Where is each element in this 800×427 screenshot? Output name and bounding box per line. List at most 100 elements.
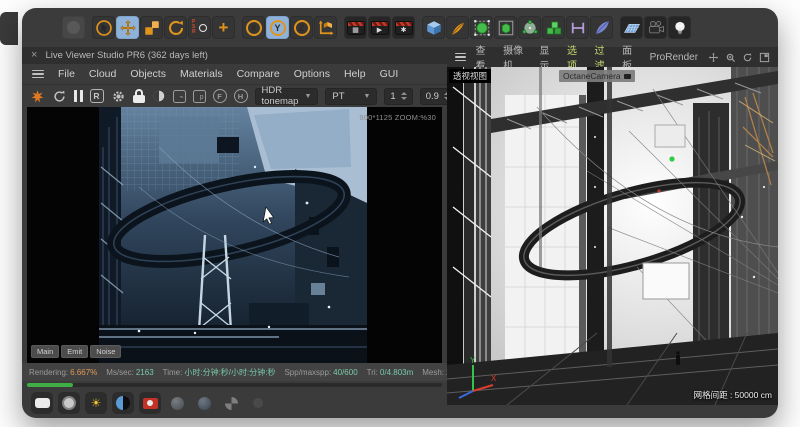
- render-settings-button[interactable]: ✱: [392, 16, 415, 39]
- chevron-down-icon: ▼: [363, 93, 370, 100]
- clip-region-button[interactable]: p: [193, 90, 206, 103]
- pause-button[interactable]: [74, 90, 83, 102]
- pass-tab-emit[interactable]: Emit: [61, 345, 88, 358]
- coordinate-system-button[interactable]: [314, 16, 337, 39]
- subdivision-surface-button[interactable]: [470, 16, 493, 39]
- menu-options[interactable]: Options: [294, 68, 330, 80]
- settings-button[interactable]: [111, 89, 126, 104]
- spline-leaf-button[interactable]: [590, 16, 613, 39]
- disabled-pass-button-1[interactable]: [166, 392, 188, 414]
- render-progress-fill: [27, 383, 73, 387]
- pass-tab-noise[interactable]: Noise: [90, 345, 121, 358]
- add-cube-button[interactable]: [422, 16, 445, 39]
- status-time: Time:小时:分钟:秒/小时:分钟:秒: [163, 367, 276, 378]
- material-picker-button[interactable]: H: [234, 89, 248, 103]
- dim-sphere-icon: [198, 397, 211, 410]
- rotate-icon: [167, 19, 185, 37]
- render-region-button[interactable]: ⌁: [173, 90, 186, 103]
- dolly-icon[interactable]: [725, 52, 736, 63]
- hamburger-menu-icon[interactable]: [32, 70, 44, 79]
- render-view-button[interactable]: ▦: [344, 16, 367, 39]
- camera-button[interactable]: [644, 16, 667, 39]
- octane-logo-button[interactable]: [30, 89, 45, 104]
- camera-tag-label[interactable]: OctaneCamera: [559, 70, 635, 82]
- cube-icon: [425, 19, 443, 37]
- viewport-name-label[interactable]: 透视视图: [449, 69, 491, 83]
- camera-icon: [647, 19, 665, 37]
- cinema4d-window: PSR + X Y Z ▦ ▶ ✱: [22, 8, 778, 418]
- pass-tab-main[interactable]: Main: [31, 345, 59, 358]
- stepper-arrows-icon[interactable]: [401, 92, 407, 100]
- volume-cube-icon: [497, 19, 515, 37]
- menu-compare[interactable]: Compare: [237, 68, 280, 80]
- beauty-pass-button[interactable]: [31, 392, 53, 414]
- sphere-ring-icon: [62, 396, 76, 410]
- disabled-pass-button-2[interactable]: [193, 392, 215, 414]
- live-viewer-panel: × Live Viewer Studio PR6 (362 days left)…: [22, 47, 447, 418]
- gear-icon: [111, 89, 126, 104]
- status-msec: Ms/sec:2163: [106, 368, 153, 377]
- sphere-ring-pass-button[interactable]: [58, 392, 80, 414]
- y-axis-button[interactable]: Y: [266, 16, 289, 39]
- render-pass-tabs: Main Emit Noise: [31, 345, 121, 358]
- menu-gui[interactable]: GUI: [380, 68, 399, 80]
- sphere-shade-button[interactable]: [152, 89, 166, 103]
- workplane-icon: [569, 19, 587, 37]
- select-tool-button[interactable]: [92, 16, 115, 39]
- render-resolution-overlay: 900*1125 ZOOM:%30: [359, 113, 436, 122]
- vp-menu-prorender[interactable]: ProRender: [650, 52, 698, 63]
- add-plus-button[interactable]: +: [212, 16, 235, 39]
- volume-generator-button[interactable]: [494, 16, 517, 39]
- deformer-icon: [521, 19, 539, 37]
- render-picture-viewer-icon: ▶: [371, 21, 389, 35]
- sun-pass-button[interactable]: ☀: [85, 392, 107, 414]
- deformer-button[interactable]: [518, 16, 541, 39]
- render-picture-viewer-button[interactable]: ▶: [368, 16, 391, 39]
- x-axis-button[interactable]: X: [242, 16, 265, 39]
- cloner-button[interactable]: [542, 16, 565, 39]
- leaf-icon: [593, 19, 611, 37]
- sync-icon: [52, 89, 67, 104]
- light-button[interactable]: [668, 16, 691, 39]
- spline-pen-button[interactable]: [446, 16, 469, 39]
- move-tool-button[interactable]: [116, 16, 139, 39]
- pan-icon[interactable]: [708, 52, 719, 63]
- close-icon[interactable]: ×: [31, 50, 37, 61]
- rotate-tool-button[interactable]: [164, 16, 187, 39]
- z-axis-icon: Z: [294, 20, 310, 36]
- z-axis-button[interactable]: Z: [290, 16, 313, 39]
- live-viewer-title: Live Viewer Studio PR6 (362 days left): [45, 50, 207, 61]
- background-window-edge: [0, 12, 18, 45]
- restart-button[interactable]: R: [90, 89, 104, 103]
- psr-tool-button[interactable]: PSR: [188, 16, 211, 39]
- rotate-view-icon[interactable]: [742, 52, 753, 63]
- disabled-pass-button-4[interactable]: [247, 392, 269, 414]
- focus-picker-button[interactable]: F: [213, 89, 227, 103]
- viewport-hamburger-icon[interactable]: [455, 53, 466, 62]
- floor-button[interactable]: [620, 16, 643, 39]
- tonemap-dropdown[interactable]: HDR tonemap ▼: [255, 88, 319, 105]
- menu-materials[interactable]: Materials: [180, 68, 223, 80]
- status-bar: Rendering:6.667% Ms/sec:2163 Time:小时:分钟:…: [22, 363, 447, 381]
- lock-resolution-button[interactable]: [133, 89, 145, 103]
- menu-file[interactable]: File: [58, 68, 75, 80]
- maximize-view-icon[interactable]: [759, 52, 770, 63]
- menu-cloud[interactable]: Cloud: [89, 68, 116, 80]
- contrast-pass-button[interactable]: [112, 392, 134, 414]
- dim-sphere-icon: [171, 397, 184, 410]
- menu-objects[interactable]: Objects: [130, 68, 166, 80]
- subsample-stepper[interactable]: 1: [384, 88, 412, 105]
- x-axis-icon: X: [246, 20, 262, 36]
- scale-tool-button[interactable]: [140, 16, 163, 39]
- kernel-dropdown[interactable]: PT ▼: [325, 88, 377, 105]
- live-button-disabled[interactable]: [62, 16, 85, 39]
- axis-workplane-button[interactable]: [566, 16, 589, 39]
- perspective-viewport[interactable]: 透视视图 OctaneCamera 网格间距 : 50000 cm Y X: [447, 67, 778, 405]
- chevron-down-icon: ▼: [304, 93, 311, 100]
- camera-pass-button[interactable]: [139, 392, 161, 414]
- menu-help[interactable]: Help: [344, 68, 366, 80]
- render-view[interactable]: 900*1125 ZOOM:%30 Main Emit Noise: [27, 107, 442, 363]
- gamma-value: 0.9: [426, 91, 439, 102]
- disabled-pass-button-3[interactable]: [220, 392, 242, 414]
- sync-button[interactable]: [52, 89, 67, 104]
